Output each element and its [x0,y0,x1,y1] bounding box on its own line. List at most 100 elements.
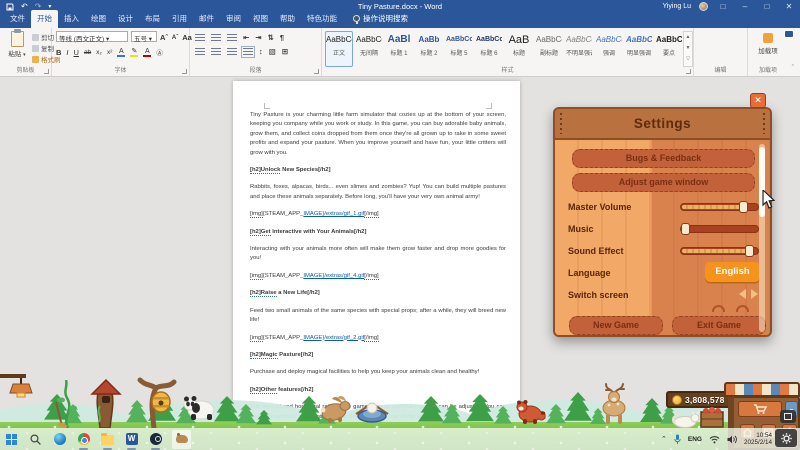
style-heading2[interactable]: AaBb标题 2 [415,31,443,67]
addins-button[interactable]: 加载项 [748,33,788,55]
text-effects-icon[interactable]: A [117,48,125,56]
taskbar-chrome-button[interactable] [76,432,91,447]
styles-dialog-launcher[interactable] [686,69,691,74]
shop-button[interactable] [738,401,782,417]
taskbar-clock[interactable]: 10:54 2025/2/14 [744,432,772,447]
user-avatar[interactable] [699,2,708,11]
game-mini-window-button[interactable] [780,410,796,423]
shading-icon[interactable]: ▧ [269,47,276,56]
comments-icon[interactable] [784,30,794,38]
minimize-button[interactable]: – [738,2,752,11]
style-heading6[interactable]: AaBbCcD标题 6 [475,31,503,67]
qat-customize-icon[interactable]: ▾ [48,3,51,10]
taskbar-word-button[interactable]: W [124,432,139,447]
collapse-ribbon-icon[interactable]: ˆ [792,65,794,72]
styles-gallery-scroll[interactable]: ▲▼▽ [683,31,693,67]
style-emphasis[interactable]: AaBbCcD强调 [595,31,623,67]
font-dialog-launcher[interactable] [182,69,187,74]
hyperlink[interactable]: IMAGE}/extras/gif_4.gif [303,273,364,279]
font-name-combobox[interactable]: 等线 (西文正文) ▾ [56,31,128,42]
adjust-window-button[interactable]: Adjust game window [572,173,755,192]
align-right-icon[interactable] [227,48,237,56]
tab-view[interactable]: 视图 [247,10,274,28]
start-button[interactable] [4,432,19,447]
game-corner-settings-button[interactable] [775,429,797,447]
style-heading1[interactable]: AaBl标题 1 [385,31,413,67]
numbering-icon[interactable] [211,34,221,42]
new-game-button[interactable]: New Game [569,316,663,335]
microphone-icon[interactable] [674,434,681,444]
language-button[interactable]: English [705,262,760,282]
master-volume-slider[interactable] [680,203,759,211]
subscript-button[interactable]: x₂ [96,49,102,56]
tab-design[interactable]: 设计 [112,10,139,28]
style-normal[interactable]: AaBbCcD正文 [325,31,353,67]
superscript-button[interactable]: x² [107,49,112,56]
tab-special-features[interactable]: 特色功能 [301,10,343,28]
hyperlink[interactable]: IMAGE}/extras/gif_2.gif [303,335,364,341]
cut-button[interactable]: 剪切 [32,32,54,42]
tab-home[interactable]: 开始 [31,10,58,28]
slider-knob[interactable] [745,245,754,257]
bullets-icon[interactable] [195,34,205,42]
slider-knob[interactable] [739,201,748,213]
sort-icon[interactable]: ⇅ [268,33,274,42]
justify-icon[interactable] [243,48,253,56]
style-subtle-emphasis[interactable]: AaBbCcD不明显强调 [565,31,593,67]
taskbar-steam-button[interactable] [148,432,163,447]
style-strong[interactable]: AaBbCcD要点 [655,31,683,67]
style-title[interactable]: AaB标题 [505,31,533,67]
taskbar-tiny-pasture-button[interactable] [172,430,191,449]
hidden-icons-chevron[interactable]: ⌃ [661,435,667,443]
settings-scrollbar[interactable] [759,144,765,332]
show-marks-icon[interactable]: ¶ [280,33,284,42]
tab-review[interactable]: 审阅 [220,10,247,28]
tell-me-search[interactable]: 操作说明搜索 [343,10,414,28]
borders-icon[interactable]: ⊞ [282,47,288,56]
tab-mailings[interactable]: 邮件 [193,10,220,28]
taskbar-explorer-button[interactable] [100,432,115,447]
italic-button[interactable]: I [66,48,68,57]
ribbon-display-options-icon[interactable]: □ [716,2,730,11]
switch-screen-left-arrow[interactable] [739,289,746,299]
bugs-feedback-button[interactable]: Bugs & Feedback [572,149,755,168]
switch-screen-right-arrow[interactable] [751,289,758,299]
document-text[interactable]: Tiny Pasture is your charming little far… [250,111,506,450]
exit-game-button[interactable]: Exit Game [672,316,766,335]
strikethrough-button[interactable]: ab [84,49,91,56]
tab-references[interactable]: 引用 [166,10,193,28]
font-size-buttons[interactable]: AˆAˇAa [160,33,192,42]
input-language-indicator[interactable]: ENG [688,436,702,443]
style-subtitle[interactable]: AaBbCc副标题 [535,31,563,67]
enclose-characters-icon[interactable]: Ⓐ [156,47,163,57]
style-intense-emphasis[interactable]: AaBbCcD明显强调 [625,31,653,67]
font-format-buttons[interactable]: B I U ab x₂ x² A ✎ A Ⓐ [56,47,163,57]
highlight-color-icon[interactable]: ✎ [130,48,138,56]
tab-insert[interactable]: 插入 [58,10,85,28]
tab-help[interactable]: 帮助 [274,10,301,28]
taskbar-edge-button[interactable] [52,432,67,447]
sound-effect-slider[interactable] [680,247,759,255]
hyperlink[interactable]: IMAGE}/extras/gif_1.gif [303,211,364,217]
document-page[interactable]: Tiny Pasture is your charming little far… [233,81,520,450]
taskbar-search-button[interactable] [28,432,43,447]
multilevel-list-icon[interactable] [227,34,237,42]
settings-close-button[interactable]: ✕ [750,93,766,108]
settings-header[interactable]: Settings [555,109,770,140]
account-name[interactable]: Yiying Lu [662,3,691,10]
increase-indent-icon[interactable]: ⇥ [255,33,261,42]
copy-button[interactable]: 复制 [32,43,54,53]
music-slider[interactable] [680,225,759,233]
tab-file[interactable]: 文件 [4,10,31,28]
align-center-icon[interactable] [211,48,221,56]
paste-button[interactable]: 粘贴 ▾ [4,31,30,67]
paragraph-dialog-launcher[interactable] [314,69,319,74]
font-color-icon[interactable]: A [143,48,151,56]
underline-button[interactable]: U [74,48,79,57]
bold-button[interactable]: B [56,48,61,57]
close-button[interactable]: ✕ [782,2,796,11]
tab-draw[interactable]: 绘图 [85,10,112,28]
maximize-button[interactable]: □ [760,2,774,11]
align-left-icon[interactable] [195,48,205,56]
line-spacing-icon[interactable]: ↕ [259,47,263,56]
